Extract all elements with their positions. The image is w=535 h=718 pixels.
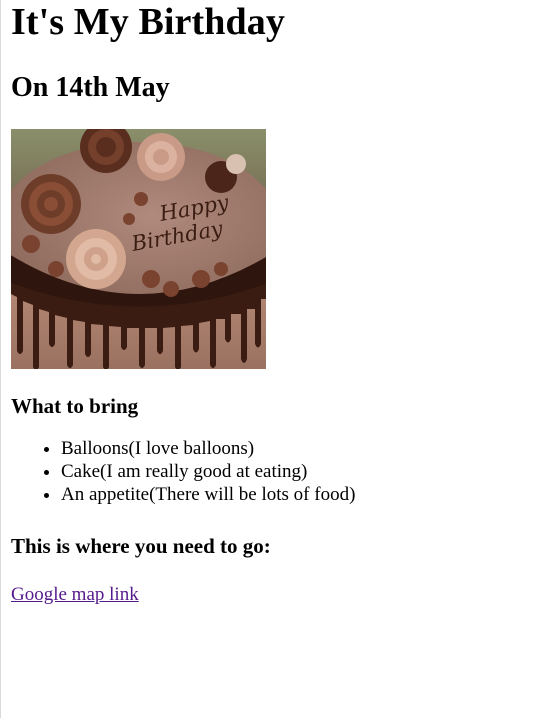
list-item: Cake(I am really good at eating) bbox=[61, 460, 535, 483]
page-content: It's My Birthday On 14th May Happy Birth… bbox=[1, 0, 535, 606]
birthday-cake-image: Happy Birthday bbox=[11, 129, 266, 369]
bring-heading: What to bring bbox=[11, 394, 139, 418]
bring-list: Balloons(I love balloons) Cake(I am real… bbox=[11, 437, 535, 506]
where-heading: This is where you need to go: bbox=[11, 534, 271, 558]
list-item: An appetite(There will be lots of food) bbox=[61, 483, 535, 506]
page-title: It's My Birthday bbox=[11, 1, 285, 43]
google-map-link[interactable]: Google map link bbox=[11, 583, 139, 606]
list-item: Balloons(I love balloons) bbox=[61, 437, 535, 460]
date-heading: On 14th May bbox=[11, 72, 170, 103]
